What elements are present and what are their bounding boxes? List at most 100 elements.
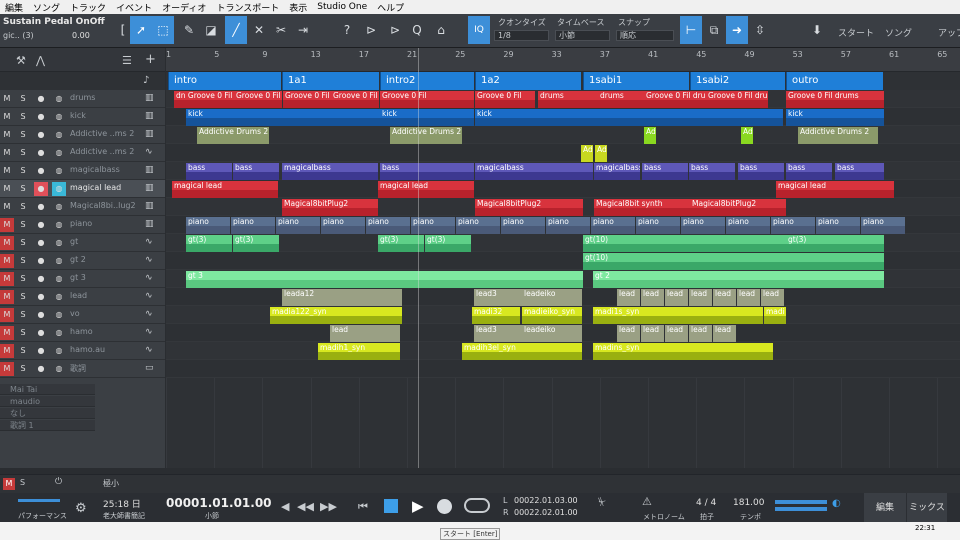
event-clip[interactable]: lead	[689, 325, 712, 342]
record-arm-button[interactable]: ●	[34, 146, 48, 160]
start-label[interactable]: スタート	[838, 26, 874, 39]
arrange-view[interactable]: 1 5 9 13 17 21 25 29 33 37 41 45 49 53 57 61 65 intro 1a1…	[166, 48, 960, 468]
event-clip[interactable]: piano	[861, 217, 905, 234]
listen-icon[interactable]: ⌂	[430, 16, 452, 44]
track-row[interactable]: M S ● ◍ Addictive ..ms 2 ▥	[0, 126, 165, 144]
event-clip[interactable]: gt(3)	[233, 235, 279, 252]
time-signature[interactable]: 4 / 4	[696, 498, 716, 508]
track-lane[interactable]	[166, 360, 960, 378]
event-clip[interactable]: Magical8bitPlug2	[282, 199, 378, 216]
record-arm-button[interactable]: ●	[34, 236, 48, 250]
mute-button[interactable]: M	[0, 308, 14, 322]
menu-item[interactable]: オーディオ	[157, 1, 211, 14]
quantize-select[interactable]: 1/8	[494, 30, 549, 41]
monitor-button[interactable]: ◍	[52, 344, 66, 358]
event-clip[interactable]: Groove 0 Fil	[475, 91, 535, 108]
event-clip[interactable]: piano	[456, 217, 500, 234]
event-clip[interactable]: leadeiko	[522, 289, 582, 306]
event-clip[interactable]: dn Groove 0 Fil	[174, 91, 234, 108]
track-row[interactable]: M S ● ◍ lead ∿	[0, 288, 165, 306]
menu-item[interactable]: ヘルプ	[372, 1, 409, 14]
track-row[interactable]: M S ● ◍ gt 2 ∿	[0, 252, 165, 270]
event-clip[interactable]: lead	[617, 289, 640, 306]
menu-item[interactable]: イベント	[111, 1, 157, 14]
track-lane[interactable]	[166, 144, 960, 162]
record-arm-button[interactable]: ●	[34, 290, 48, 304]
event-clip[interactable]: Ad	[741, 127, 753, 144]
monitor-button[interactable]: ◍	[52, 308, 66, 322]
event-clip[interactable]: bass	[186, 163, 232, 180]
track-name[interactable]: hamo.au	[70, 345, 142, 354]
list-icon[interactable]: ☰	[122, 54, 132, 67]
event-clip[interactable]: bass	[835, 163, 884, 180]
track-name[interactable]: gt 3	[70, 273, 142, 282]
mute-all-button[interactable]: M	[3, 478, 15, 490]
record-arm-button[interactable]: ●	[34, 362, 48, 376]
record-button[interactable]	[437, 499, 452, 514]
event-clip[interactable]: magicalbass	[594, 163, 640, 180]
prev-marker-icon[interactable]: ◀	[281, 500, 289, 513]
solo-button[interactable]: S	[16, 110, 30, 124]
track-name[interactable]: lead	[70, 291, 142, 300]
event-clip[interactable]: lead	[641, 325, 664, 342]
section-marker[interactable]: 1sabi1	[583, 72, 689, 90]
event-clip[interactable]: Ad	[644, 127, 656, 144]
event-clip[interactable]: lead	[713, 289, 736, 306]
iq-button[interactable]: IQ	[468, 16, 490, 44]
solo-button[interactable]: S	[16, 200, 30, 214]
precount-icon[interactable]: ⏧	[598, 497, 606, 508]
event-clip[interactable]: piano	[681, 217, 725, 234]
event-clip[interactable]: gt(3)	[425, 235, 471, 252]
event-clip[interactable]: gt 3	[186, 271, 583, 288]
split-tool-icon[interactable]: ✂	[270, 16, 292, 44]
event-clip[interactable]: Groove 0 Fil	[234, 91, 282, 108]
event-clip[interactable]: magicalbass	[282, 163, 378, 180]
solo-button[interactable]: S	[16, 326, 30, 340]
event-clip[interactable]: madia122_syn	[270, 307, 402, 324]
event-clip[interactable]: piano	[366, 217, 410, 234]
event-clip[interactable]: lead	[737, 289, 760, 306]
solo-button[interactable]: S	[16, 128, 30, 142]
track-name[interactable]: gt	[70, 237, 142, 246]
loop-end[interactable]: 00022.02.01.00	[514, 508, 578, 517]
event-clip[interactable]: Groove 0 Fil	[331, 91, 379, 108]
event-clip[interactable]: lead	[689, 289, 712, 306]
event-clip[interactable]: lead	[617, 325, 640, 342]
record-arm-button[interactable]: ●	[34, 110, 48, 124]
section-marker[interactable]: intro	[168, 72, 281, 90]
event-clip[interactable]: madi	[764, 307, 786, 324]
ripple-icon[interactable]: ⇳	[749, 16, 771, 44]
track-extra-row[interactable]: Mai Tai	[0, 384, 95, 395]
wrench-icon[interactable]: ⚒	[16, 54, 26, 67]
event-clip[interactable]: Addictive Drums 2	[798, 127, 878, 144]
event-clip[interactable]: lead	[665, 325, 688, 342]
track-row[interactable]: M S ● ◍ vo ∿	[0, 306, 165, 324]
event-clip[interactable]: piano	[636, 217, 680, 234]
event-clip[interactable]: Groove 0 Fil	[380, 91, 474, 108]
event-clip[interactable]: drums	[598, 91, 644, 108]
record-arm-button[interactable]: ●	[34, 92, 48, 106]
section-marker[interactable]: 1sabi2	[690, 72, 785, 90]
solo-button[interactable]: S	[16, 344, 30, 358]
record-arm-button[interactable]: ●	[34, 254, 48, 268]
playhead[interactable]	[418, 48, 419, 468]
monitor-button[interactable]: ◍	[52, 272, 66, 286]
event-clip[interactable]: bass	[738, 163, 784, 180]
menu-item[interactable]: 編集	[0, 1, 28, 14]
solo-button[interactable]: S	[16, 236, 30, 250]
monitor-button[interactable]: ◍	[52, 362, 66, 376]
mute-button[interactable]: M	[0, 218, 14, 232]
menu-item[interactable]: 表示	[284, 1, 312, 14]
event-clip[interactable]: madi1s_syn	[593, 307, 763, 324]
record-arm-button[interactable]: ●	[34, 326, 48, 340]
track-name[interactable]: hamo	[70, 327, 142, 336]
monitor-button[interactable]: ◍	[52, 110, 66, 124]
solo-button[interactable]: S	[16, 182, 30, 196]
event-clip[interactable]: bass	[233, 163, 279, 180]
return-zero-icon[interactable]: ⏮	[358, 500, 368, 514]
timeline-ruler[interactable]: 1 5 9 13 17 21 25 29 33 37 41 45 49 53 57 61 65	[166, 48, 960, 72]
record-arm-button[interactable]: ●	[34, 344, 48, 358]
track-extra-row[interactable]: なし	[0, 408, 95, 419]
monitor-button[interactable]: ◍	[52, 326, 66, 340]
track-extra-row[interactable]: maudio	[0, 396, 95, 407]
